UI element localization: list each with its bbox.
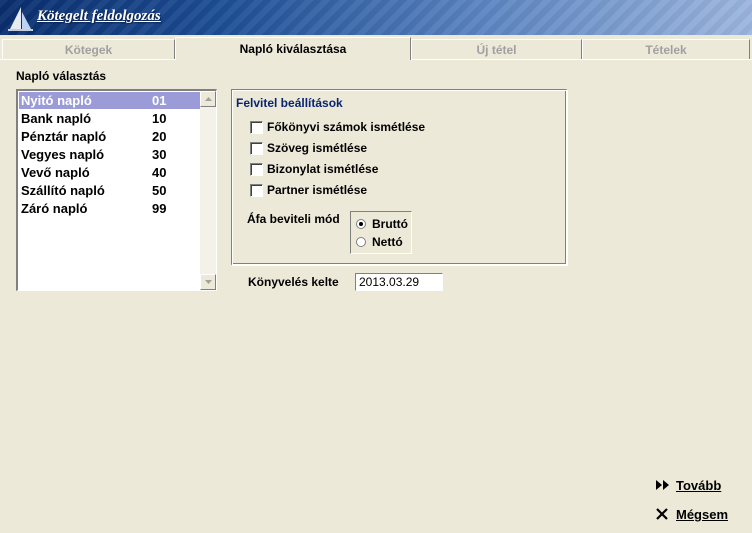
app-title: Kötegelt feldolgozás xyxy=(37,8,161,24)
entry-settings-group: Felvitel beállítások Főkönyvi számok ism… xyxy=(231,89,568,266)
checkbox-box[interactable] xyxy=(250,163,263,176)
journal-item-code: 40 xyxy=(152,165,167,180)
checkbox-label: Bizonylat ismétlése xyxy=(267,162,379,176)
cancel-button-label: Mégsem xyxy=(676,507,729,522)
journal-item-code: 01 xyxy=(152,93,167,108)
journal-item-code: 10 xyxy=(152,111,167,126)
entry-settings-title: Felvitel beállítások xyxy=(236,96,343,110)
journal-item-name: Vevő napló xyxy=(21,165,90,180)
journal-item[interactable]: Záró napló 99 xyxy=(19,200,201,217)
title-banner: Kötegelt feldolgozás xyxy=(0,0,752,35)
journal-item-code: 50 xyxy=(152,183,167,198)
checkbox-label: Főkönyvi számok ismétlése xyxy=(267,120,426,134)
radio-label: Bruttó xyxy=(372,217,408,231)
journal-list-caption: Napló választás xyxy=(16,69,107,83)
checkbox-label: Partner ismétlése xyxy=(267,183,368,197)
vat-mode-radio-group: Bruttó Nettó xyxy=(350,211,412,254)
tab-batches[interactable]: Kötegek xyxy=(2,39,175,59)
radio-dot[interactable] xyxy=(356,237,366,247)
close-icon xyxy=(656,508,668,520)
posting-date-field[interactable]: 2013.03.29 xyxy=(355,273,443,291)
journal-item-name: Bank napló xyxy=(21,111,92,126)
radio-dot[interactable] xyxy=(356,219,366,229)
journal-item-code: 99 xyxy=(152,201,167,216)
journal-item[interactable]: Bank napló 10 xyxy=(19,110,201,127)
checkbox-box[interactable] xyxy=(250,184,263,197)
journal-item[interactable]: Nyitó napló 01 xyxy=(19,92,201,109)
tab-items[interactable]: Tételek xyxy=(582,39,750,59)
tab-batches-label: Kötegek xyxy=(64,43,113,57)
journal-list-scrollbar[interactable] xyxy=(200,91,216,290)
journal-item-code: 30 xyxy=(152,147,167,162)
scroll-up-button[interactable] xyxy=(200,91,216,107)
tab-new-item-label: Új tétel xyxy=(476,43,517,57)
journal-item[interactable]: Pénztár napló 20 xyxy=(19,128,201,145)
tab-bar: Kötegek Napló kiválasztása Új tétel Téte… xyxy=(0,37,752,60)
journal-item[interactable]: Vevő napló 40 xyxy=(19,164,201,181)
journal-item-code: 20 xyxy=(152,129,167,144)
checkbox-label: Szöveg ismétlése xyxy=(267,141,368,155)
journal-item-name: Szállító napló xyxy=(21,183,105,198)
tab-journal-selection-label: Napló kiválasztása xyxy=(239,42,347,56)
tab-items-label: Tételek xyxy=(645,43,687,57)
journal-item[interactable]: Szállító napló 50 xyxy=(19,182,201,199)
journal-item-name: Vegyes napló xyxy=(21,147,105,162)
journal-item[interactable]: Vegyes napló 30 xyxy=(19,146,201,163)
vat-mode-label: Áfa beviteli mód xyxy=(247,212,340,226)
sail-logo-icon xyxy=(8,7,33,31)
next-button-label: Tovább xyxy=(676,478,722,493)
scroll-down-button[interactable] xyxy=(200,274,216,290)
checkbox-box[interactable] xyxy=(250,142,263,155)
arrow-up-icon xyxy=(205,97,212,101)
tab-journal-selection[interactable]: Napló kiválasztása xyxy=(175,37,411,60)
journal-item-name: Záró napló xyxy=(21,201,88,216)
tab-new-item[interactable]: Új tétel xyxy=(411,39,582,59)
journal-item-name: Pénztár napló xyxy=(21,129,107,144)
double-arrow-right-icon xyxy=(656,480,669,490)
checkbox-box[interactable] xyxy=(250,121,263,134)
posting-date-label: Könyvelés kelte xyxy=(248,275,339,289)
journal-list[interactable]: Nyitó napló 01 Bank napló 10 Pénztár nap… xyxy=(16,89,217,291)
arrow-down-icon xyxy=(205,280,212,284)
journal-item-name: Nyitó napló xyxy=(21,93,92,108)
radio-label: Nettó xyxy=(372,235,403,249)
